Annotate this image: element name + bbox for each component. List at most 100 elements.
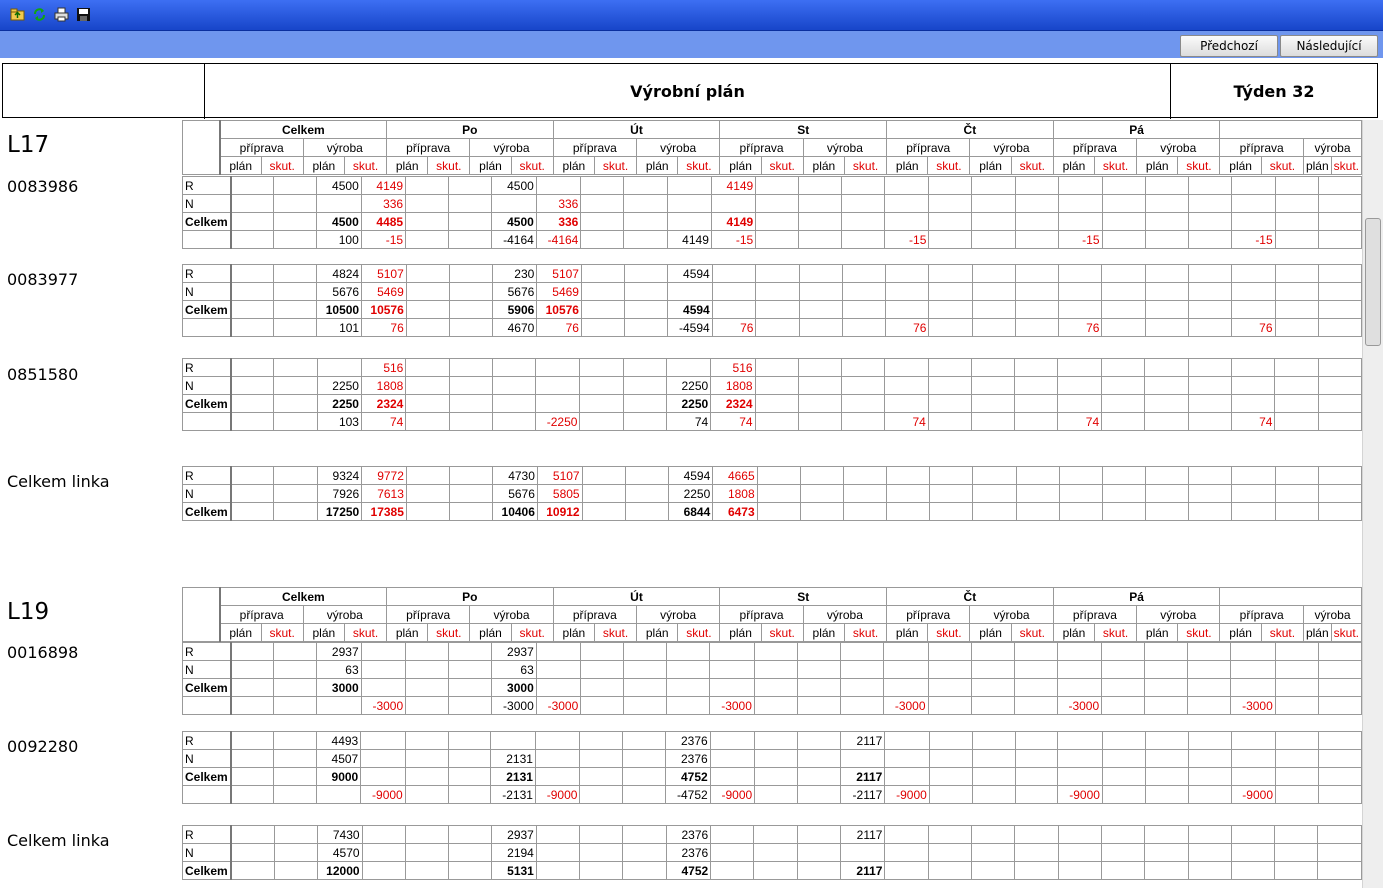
- table-cell: [580, 642, 625, 661]
- table-cell: [884, 843, 929, 862]
- table-cell: 4752: [665, 861, 712, 880]
- table-cell: 63: [316, 660, 362, 679]
- table-cell: [1188, 502, 1233, 521]
- table-cell: [535, 843, 581, 862]
- table-cell: [623, 678, 668, 697]
- table-cell: [230, 358, 275, 377]
- table-cell: [579, 749, 624, 768]
- table-cell: 74: [1057, 412, 1103, 431]
- table-cell: [448, 861, 493, 880]
- vertical-scrollbar[interactable]: [1362, 120, 1383, 888]
- table-cell: [230, 264, 275, 283]
- table-cell: [448, 230, 493, 249]
- table-cell: [1057, 394, 1103, 413]
- table-cell: [273, 678, 318, 697]
- table-cell: [405, 484, 451, 503]
- table-cell: [1101, 466, 1147, 485]
- table-cell: [580, 300, 626, 319]
- folder-up-icon[interactable]: [10, 7, 25, 22]
- table-cell: [1014, 282, 1059, 301]
- row-label: N: [181, 376, 232, 395]
- save-icon[interactable]: [76, 7, 91, 22]
- table-cell: [1014, 825, 1059, 844]
- refresh-icon[interactable]: [32, 7, 47, 22]
- row-label: Celkem: [181, 212, 232, 231]
- print-icon[interactable]: [54, 7, 69, 22]
- item-table: R 2937 2937 N 63 63 Celkem 3000 3000 -3000 -3000 -3…: [181, 642, 1362, 715]
- table-cell: [884, 300, 930, 319]
- table-cell: [1014, 212, 1059, 231]
- item-code: 0016898: [7, 643, 79, 662]
- table-cell: [1274, 412, 1319, 431]
- table-cell: [971, 212, 1016, 231]
- table-cell: [405, 176, 450, 195]
- table-cell: [840, 843, 886, 862]
- table-cell: [1101, 194, 1146, 213]
- table-cell: [1014, 394, 1059, 413]
- table-cell: [1230, 767, 1276, 786]
- table-cell: [755, 318, 800, 337]
- actual-col-header: skut.: [760, 156, 804, 175]
- table-cell: [448, 825, 493, 844]
- table-cell: [971, 282, 1016, 301]
- table-cell: [1014, 176, 1059, 195]
- table-cell: [1317, 502, 1362, 521]
- table-cell: [273, 767, 317, 786]
- table-cell: 76: [536, 318, 582, 337]
- table-cell: [797, 785, 841, 804]
- table-cell: [1057, 767, 1103, 786]
- scrollbar-thumb[interactable]: [1365, 218, 1381, 346]
- table-cell: [884, 767, 930, 786]
- table-cell: [1317, 230, 1362, 249]
- table-cell: [1187, 212, 1232, 231]
- table-cell: -9000: [884, 785, 930, 804]
- table-cell: [1317, 466, 1362, 485]
- table-cell: 5131: [491, 861, 537, 880]
- table-cell: [883, 642, 929, 661]
- line-total-label: Celkem linka: [7, 472, 110, 491]
- table-cell: [622, 767, 667, 786]
- table-cell: [1274, 376, 1319, 395]
- table-cell: 7926: [316, 484, 363, 503]
- table-cell: [797, 412, 842, 431]
- table-cell: [273, 484, 318, 503]
- table-cell: [797, 394, 842, 413]
- plan-content[interactable]: L17 Celkem Po Út St Čt Pá příprava výroba příprav…: [0, 120, 1362, 888]
- table-cell: [798, 282, 843, 301]
- table-cell: [1230, 660, 1276, 679]
- table-cell: -4164: [491, 230, 537, 249]
- table-cell: 2250: [665, 376, 712, 395]
- table-cell: [273, 376, 318, 395]
- table-cell: [798, 318, 843, 337]
- table-cell: [534, 376, 581, 395]
- table-cell: [883, 678, 929, 697]
- table-cell: [230, 749, 275, 768]
- table-cell: [1144, 358, 1189, 377]
- table-cell: [491, 376, 536, 395]
- next-button[interactable]: Následující: [1280, 35, 1378, 57]
- table-cell: [1101, 731, 1146, 750]
- row-label: Celkem: [181, 502, 232, 521]
- table-cell: [1145, 484, 1190, 503]
- table-cell: [755, 300, 800, 319]
- table-cell: [1144, 300, 1189, 319]
- table-cell: [622, 412, 667, 431]
- item-table: R 516 516 N 2250 1808 2250 1808 Celkem 2250 2324 22…: [181, 358, 1362, 431]
- table-cell: [315, 785, 362, 804]
- table-cell: 5676: [491, 282, 538, 301]
- table-row: N 63 63: [181, 660, 1362, 679]
- item-code: 0092280: [7, 737, 79, 756]
- header-left-cell: [3, 64, 204, 119]
- line-name: L19: [7, 599, 50, 625]
- table-cell: 4570: [316, 843, 363, 862]
- table-cell: [1317, 696, 1362, 715]
- table-cell: -15: [884, 230, 930, 249]
- table-cell: 1808: [710, 376, 756, 395]
- table-cell: [405, 660, 450, 679]
- table-cell: [404, 785, 449, 804]
- row-label: N: [181, 194, 232, 213]
- table-cell: 6473: [712, 502, 758, 521]
- previous-button[interactable]: Předchozí: [1180, 35, 1278, 57]
- table-cell: [230, 502, 275, 521]
- table-cell: [230, 785, 275, 804]
